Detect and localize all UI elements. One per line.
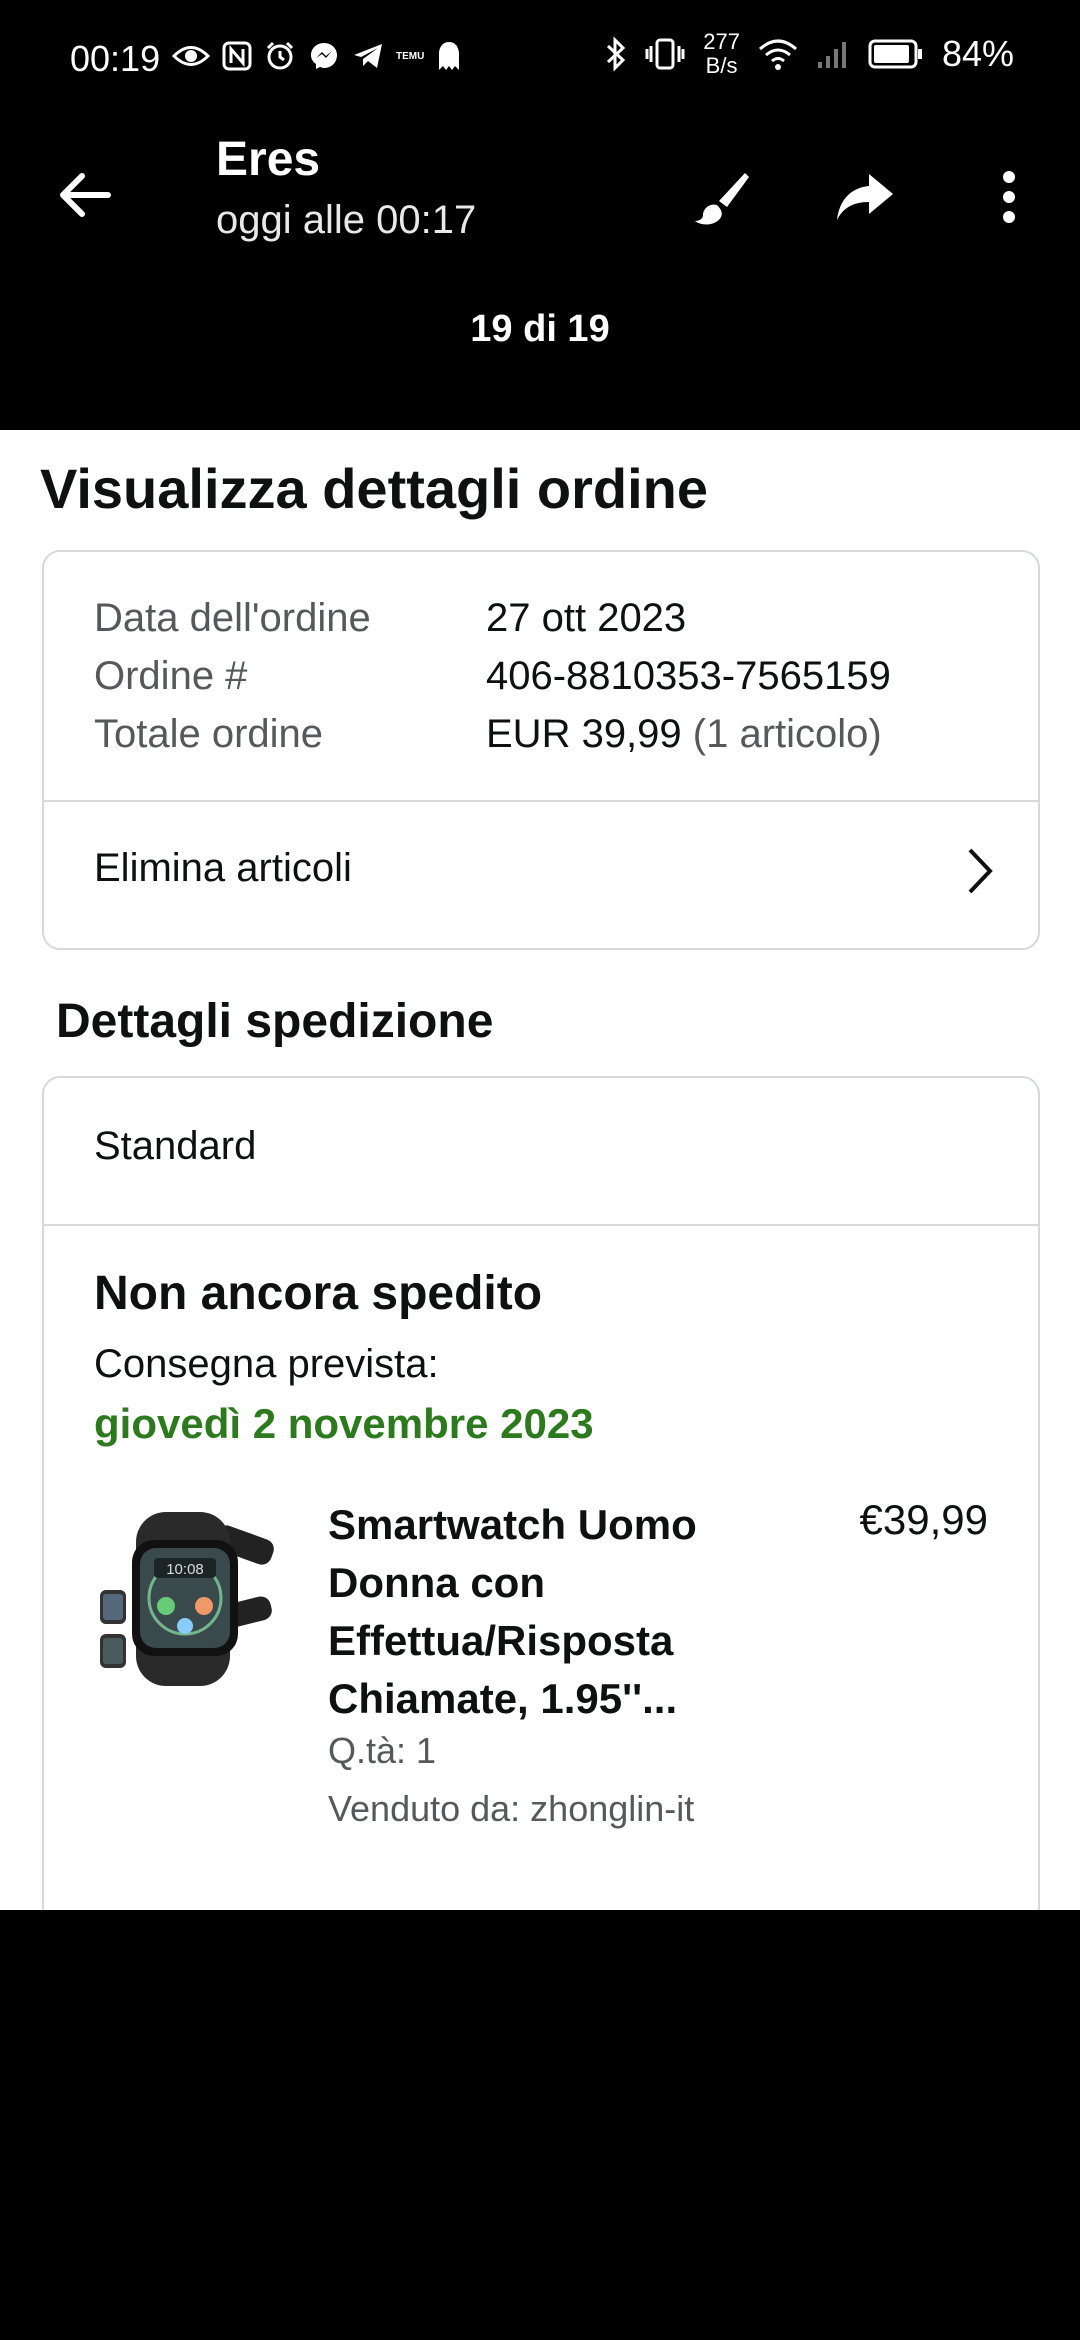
wifi-icon (758, 39, 797, 70)
product-seller: Venduto da: zhonglin-it (328, 1788, 695, 1829)
product-name-line: Effettua/Risposta (328, 1617, 674, 1664)
product-price: €39,99 (859, 1496, 988, 1543)
product-image[interactable]: 10:08 (94, 1498, 284, 1688)
delete-items-link[interactable]: Elimina articoli (94, 846, 352, 891)
ghost-icon (439, 42, 460, 70)
shipping-section-title: Dettagli spedizione (56, 995, 494, 1048)
temu-icon: TEMU (396, 50, 425, 62)
order-number-value: 406-8810353-7565159 (486, 654, 891, 698)
eye-icon (172, 46, 210, 66)
order-total-value: EUR 39,99 (486, 712, 682, 756)
product-name-line: Smartwatch Uomo (328, 1501, 697, 1548)
nfc-icon (222, 41, 252, 71)
back-arrow-icon (60, 173, 111, 217)
chevron-right-icon[interactable] (958, 844, 1002, 898)
delivery-label: Consegna prevista: (94, 1342, 439, 1386)
messenger-icon (311, 43, 337, 69)
image-counter: 19 di 19 (470, 308, 610, 350)
divider (44, 800, 1038, 802)
notification-icons: TEMU (172, 40, 462, 72)
sent-time: oggi alle 00:17 (216, 198, 477, 242)
status-bar: 00:19 TEMU 277 B/s 84% (0, 0, 1080, 120)
order-summary-card: Data dell'ordine 27 ott 2023 Ordine # 40… (42, 550, 1040, 950)
status-time: 00:19 (70, 38, 161, 79)
sender-name: Eres (216, 133, 321, 186)
back-button[interactable] (50, 160, 120, 230)
order-screenshot: Visualizza dettagli ordine Data dell'ord… (0, 430, 1080, 1910)
order-date-label: Data dell'ordine (94, 596, 371, 640)
more-vert-icon (1003, 171, 1015, 223)
signal-icon (817, 42, 846, 68)
product-quantity: Q.tà: 1 (328, 1730, 437, 1771)
product-name-line: Chiamate, 1.95''... (328, 1675, 678, 1722)
order-item-count: (1 articolo) (692, 712, 882, 756)
bluetooth-icon (607, 36, 626, 72)
speed-value: 277 (703, 29, 740, 54)
order-date-value: 27 ott 2023 (486, 596, 687, 640)
viewer-header: Eres oggi alle 00:17 19 di 19 (0, 120, 1080, 430)
order-total-label: Totale ordine (94, 712, 324, 756)
vibrate-icon (645, 38, 685, 70)
order-number-label: Ordine # (94, 654, 248, 698)
delivery-date: giovedì 2 novembre 2023 (94, 1400, 594, 1447)
more-options-button[interactable] (974, 162, 1044, 232)
order-total: EUR 39,99 (1 articolo) (486, 712, 882, 757)
battery-icon (868, 39, 922, 69)
speed-unit: B/s (705, 53, 738, 78)
battery-percent: 84% (941, 33, 1014, 74)
share-button[interactable] (830, 162, 900, 232)
shipping-card: Standard Non ancora spedito Consegna pre… (42, 1076, 1040, 1910)
alarm-icon (266, 41, 294, 70)
status-right: 277 B/s 84% (605, 30, 1014, 78)
product-name[interactable]: Smartwatch Uomo Donna con Effettua/Rispo… (328, 1496, 728, 1728)
shipping-status: Non ancora spedito (94, 1267, 543, 1320)
divider (44, 1224, 1038, 1226)
brush-icon (695, 173, 749, 225)
telegram-icon (354, 44, 382, 68)
page-title: Visualizza dettagli ordine (40, 457, 709, 520)
shipping-method: Standard (94, 1124, 257, 1168)
product-name-line: Donna con (328, 1559, 545, 1606)
share-arrow-icon (837, 174, 893, 220)
network-speed: 277 B/s (703, 30, 740, 78)
edit-button[interactable] (686, 162, 756, 232)
watch-face-time: 10:08 (166, 1561, 204, 1578)
